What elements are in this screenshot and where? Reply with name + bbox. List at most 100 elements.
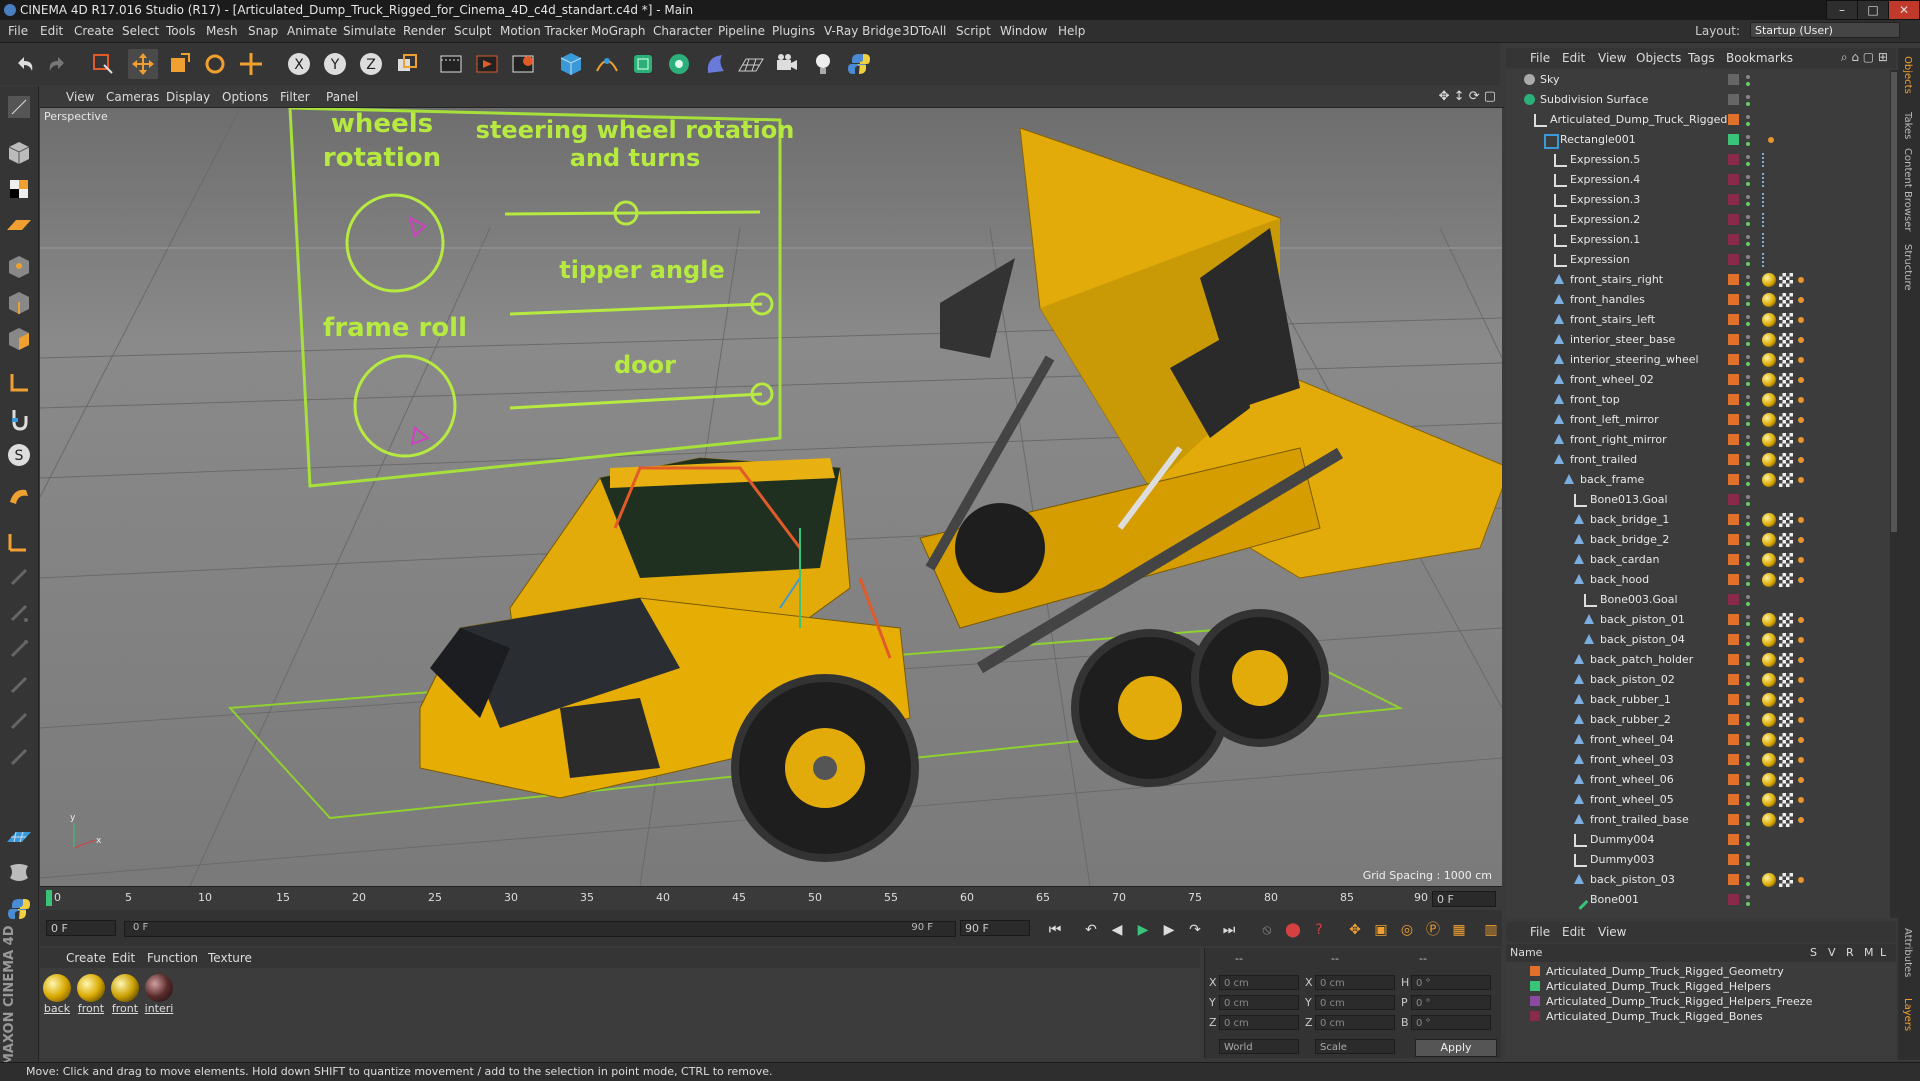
uvw-tag-icon[interactable] <box>1779 793 1793 807</box>
object-row[interactable]: Expression.2 <box>1506 210 1886 230</box>
object-row[interactable]: Expression <box>1506 250 1886 270</box>
spline-pen-icon[interactable] <box>592 49 622 79</box>
material-tag-icon[interactable] <box>1762 553 1776 567</box>
object-row[interactable]: back_hood <box>1506 570 1886 590</box>
render-visibility-dot[interactable] <box>1746 662 1750 666</box>
menu-sculpt[interactable]: Sculpt <box>454 24 491 38</box>
object-row[interactable]: back_bridge_1 <box>1506 510 1886 530</box>
size-z-field[interactable]: 0 cm <box>1315 1015 1395 1030</box>
editor-visibility-dot[interactable] <box>1746 455 1750 459</box>
object-row[interactable]: Bone001 <box>1506 890 1886 910</box>
key-pla-icon[interactable]: ▦ <box>1448 920 1470 940</box>
object-menu-objects[interactable]: Objects <box>1636 51 1681 65</box>
material-tag-icon[interactable] <box>1762 373 1776 387</box>
menu-window[interactable]: Window <box>1000 24 1047 38</box>
object-row[interactable]: back_piston_04 <box>1506 630 1886 650</box>
material-tag-icon[interactable] <box>1762 273 1776 287</box>
object-row[interactable]: back_rubber_2 <box>1506 710 1886 730</box>
editor-visibility-dot[interactable] <box>1746 735 1750 739</box>
layer-swatch[interactable] <box>1728 734 1739 745</box>
rotation-h-field[interactable]: 0 ° <box>1411 975 1491 990</box>
layer-swatch[interactable] <box>1728 154 1739 165</box>
render-visibility-dot[interactable] <box>1746 882 1750 886</box>
object-row[interactable]: Dummy003 <box>1506 850 1886 870</box>
layer-swatch[interactable] <box>1728 894 1739 905</box>
menu-3dtoall[interactable]: 3DToAll <box>902 24 946 38</box>
menu-select[interactable]: Select <box>122 24 159 38</box>
menu-mograph[interactable]: MoGraph <box>591 24 646 38</box>
menu-plugins[interactable]: Plugins <box>772 24 815 38</box>
uvw-tag-icon[interactable] <box>1779 633 1793 647</box>
layer-swatch[interactable] <box>1728 254 1739 265</box>
side-tab-objects[interactable]: Objects <box>1902 56 1913 94</box>
render-visibility-dot[interactable] <box>1746 322 1750 326</box>
motion-system-icon[interactable] <box>4 858 34 888</box>
viewport-menu-view[interactable]: View <box>66 90 94 104</box>
uvw-tag-icon[interactable] <box>1779 533 1793 547</box>
object-manager-search-icon[interactable]: ⌕ ⌂ ▢ ⊞ <box>1841 50 1888 65</box>
editor-visibility-dot[interactable] <box>1746 275 1750 279</box>
ik-tag-icon[interactable] <box>1798 437 1804 443</box>
viewport-nav-icons[interactable]: ✥ ↕ ⟳ ▢ <box>1439 89 1496 104</box>
material-tag-icon[interactable] <box>1762 653 1776 667</box>
render-visibility-dot[interactable] <box>1746 642 1750 646</box>
uvw-tag-icon[interactable] <box>1779 873 1793 887</box>
texture-mode-icon[interactable] <box>4 174 34 204</box>
ik-tag-icon[interactable] <box>1798 477 1804 483</box>
floor-environment-icon[interactable] <box>736 49 766 79</box>
object-row[interactable]: front_trailed_base <box>1506 810 1886 830</box>
z-axis-icon[interactable]: Z <box>356 49 386 79</box>
uvw-tag-icon[interactable] <box>1779 613 1793 627</box>
ik-tag-icon[interactable] <box>1798 337 1804 343</box>
scale-tool-icon[interactable] <box>164 49 194 79</box>
uvw-tag-icon[interactable] <box>1779 693 1793 707</box>
start-frame-field[interactable]: 0 F <box>46 920 116 936</box>
uvw-tag-icon[interactable] <box>1779 813 1793 827</box>
xpresso-tag-icon[interactable] <box>1762 213 1778 227</box>
editor-visibility-dot[interactable] <box>1746 195 1750 199</box>
deformer-icon[interactable] <box>700 49 730 79</box>
editor-visibility-dot[interactable] <box>1746 415 1750 419</box>
object-menu-edit[interactable]: Edit <box>1562 51 1585 65</box>
object-row[interactable]: Expression.1 <box>1506 230 1886 250</box>
editor-visibility-dot[interactable] <box>1746 115 1750 119</box>
editor-visibility-dot[interactable] <box>1746 335 1750 339</box>
side-tab-attributes[interactable]: Attributes <box>1902 928 1913 977</box>
nurbs-subdivision-icon[interactable] <box>628 49 658 79</box>
object-row[interactable]: front_wheel_04 <box>1506 730 1886 750</box>
layer-row[interactable]: Articulated_Dump_Truck_Rigged_Bones <box>1506 1009 1896 1024</box>
object-row[interactable]: front_wheel_03 <box>1506 750 1886 770</box>
key-rotation-icon[interactable]: ◎ <box>1396 920 1418 940</box>
uvw-tag-icon[interactable] <box>1779 753 1793 767</box>
ik-tag-icon[interactable] <box>1798 617 1804 623</box>
layer-swatch[interactable] <box>1728 394 1739 405</box>
tag-icon[interactable] <box>1768 137 1774 143</box>
locked-workplane-icon[interactable] <box>4 822 34 852</box>
object-row[interactable]: back_cardan <box>1506 550 1886 570</box>
ik-tag-icon[interactable] <box>1798 317 1804 323</box>
layer-swatch[interactable] <box>1728 874 1739 885</box>
light-icon[interactable] <box>808 49 838 79</box>
rotation-p-field[interactable]: 0 ° <box>1411 995 1491 1010</box>
object-menu-bookmarks[interactable]: Bookmarks <box>1726 51 1793 65</box>
ik-tag-icon[interactable] <box>1798 777 1804 783</box>
render-visibility-dot[interactable] <box>1746 682 1750 686</box>
material-tag-icon[interactable] <box>1762 793 1776 807</box>
menu-render[interactable]: Render <box>403 24 446 38</box>
render-to-picture-viewer-icon[interactable] <box>472 49 502 79</box>
render-visibility-dot[interactable] <box>1746 122 1750 126</box>
render-visibility-dot[interactable] <box>1746 582 1750 586</box>
uvw-tag-icon[interactable] <box>1779 773 1793 787</box>
material-tag-icon[interactable] <box>1762 873 1776 887</box>
uvw-tag-icon[interactable] <box>1779 293 1793 307</box>
uvw-tag-icon[interactable] <box>1779 473 1793 487</box>
layer-swatch[interactable] <box>1728 854 1739 865</box>
layer-swatch[interactable] <box>1728 194 1739 205</box>
coordinate-mode-select[interactable]: World <box>1219 1039 1299 1054</box>
object-menu-tags[interactable]: Tags <box>1688 51 1715 65</box>
editor-visibility-dot[interactable] <box>1746 435 1750 439</box>
ik-chain-icon[interactable] <box>4 526 34 556</box>
uvw-tag-icon[interactable] <box>1779 313 1793 327</box>
menu-motion-tracker[interactable]: Motion Tracker <box>500 24 588 38</box>
uvw-tag-icon[interactable] <box>1779 413 1793 427</box>
